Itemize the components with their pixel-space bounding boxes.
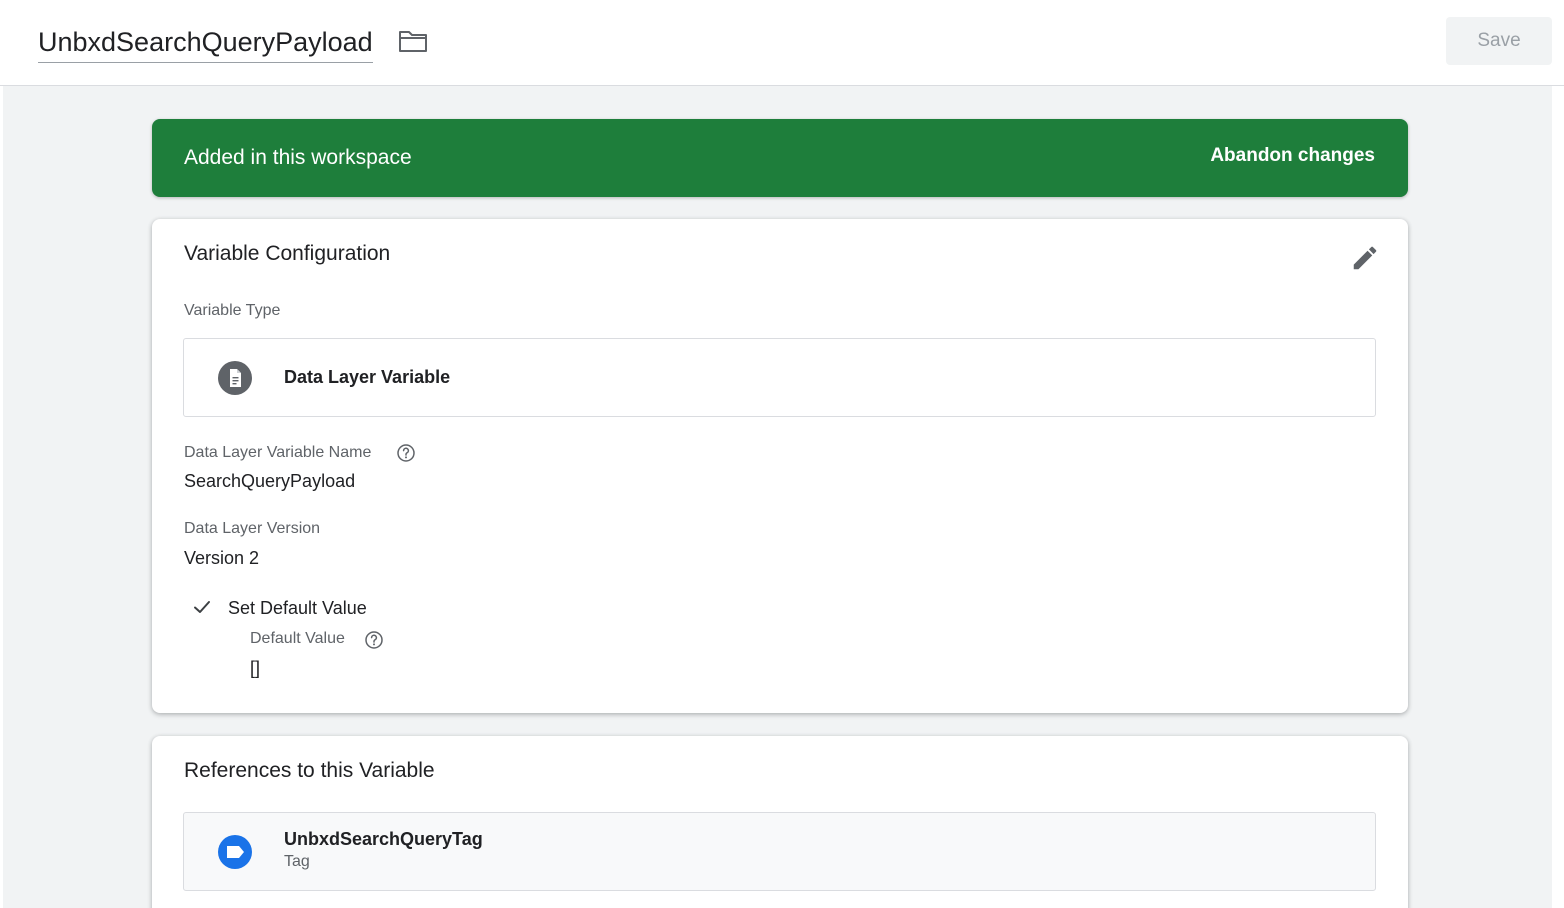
page: UnbxdSearchQueryPayload Save Added in th… [0,0,1564,908]
document-icon [218,361,252,395]
reference-item[interactable]: UnbxdSearchQueryTag Tag [183,812,1376,891]
header: UnbxdSearchQueryPayload Save [0,0,1564,86]
folder-icon[interactable] [398,28,428,54]
dlv-name-value: SearchQueryPayload [184,471,356,491]
checkmark-icon [192,597,212,617]
dlv-name-label: Data Layer Variable Name [184,444,372,461]
default-value-label: Default Value [250,630,345,647]
banner-message: Added in this workspace [184,146,412,169]
default-value-value: [] [250,658,261,678]
help-icon[interactable] [364,630,384,650]
variable-type-selector[interactable]: Data Layer Variable [183,338,1376,417]
card-title: Variable Configuration [184,242,391,265]
abandon-changes-button[interactable]: Abandon changes [1210,141,1375,171]
variable-type-value: Data Layer Variable [284,367,451,387]
workspace-status-banner: Added in this workspace Abandon changes [152,119,1408,197]
variable-name-title[interactable]: UnbxdSearchQueryPayload [38,24,373,63]
variable-configuration-card[interactable]: Variable Configuration Variable Type Dat… [152,219,1408,713]
help-icon[interactable] [396,443,416,463]
variable-type-label: Variable Type [184,302,281,319]
references-card: References to this Variable UnbxdSearchQ… [152,736,1408,908]
card-title: References to this Variable [184,759,435,782]
tag-icon [218,835,252,869]
pencil-icon[interactable] [1350,243,1380,273]
dl-version-value: Version 2 [184,548,260,568]
reference-name: UnbxdSearchQueryTag [284,829,483,849]
save-button[interactable]: Save [1446,17,1552,65]
dl-version-label: Data Layer Version [184,520,321,537]
reference-type: Tag [284,853,310,870]
set-default-value-option: Set Default Value [228,598,367,618]
